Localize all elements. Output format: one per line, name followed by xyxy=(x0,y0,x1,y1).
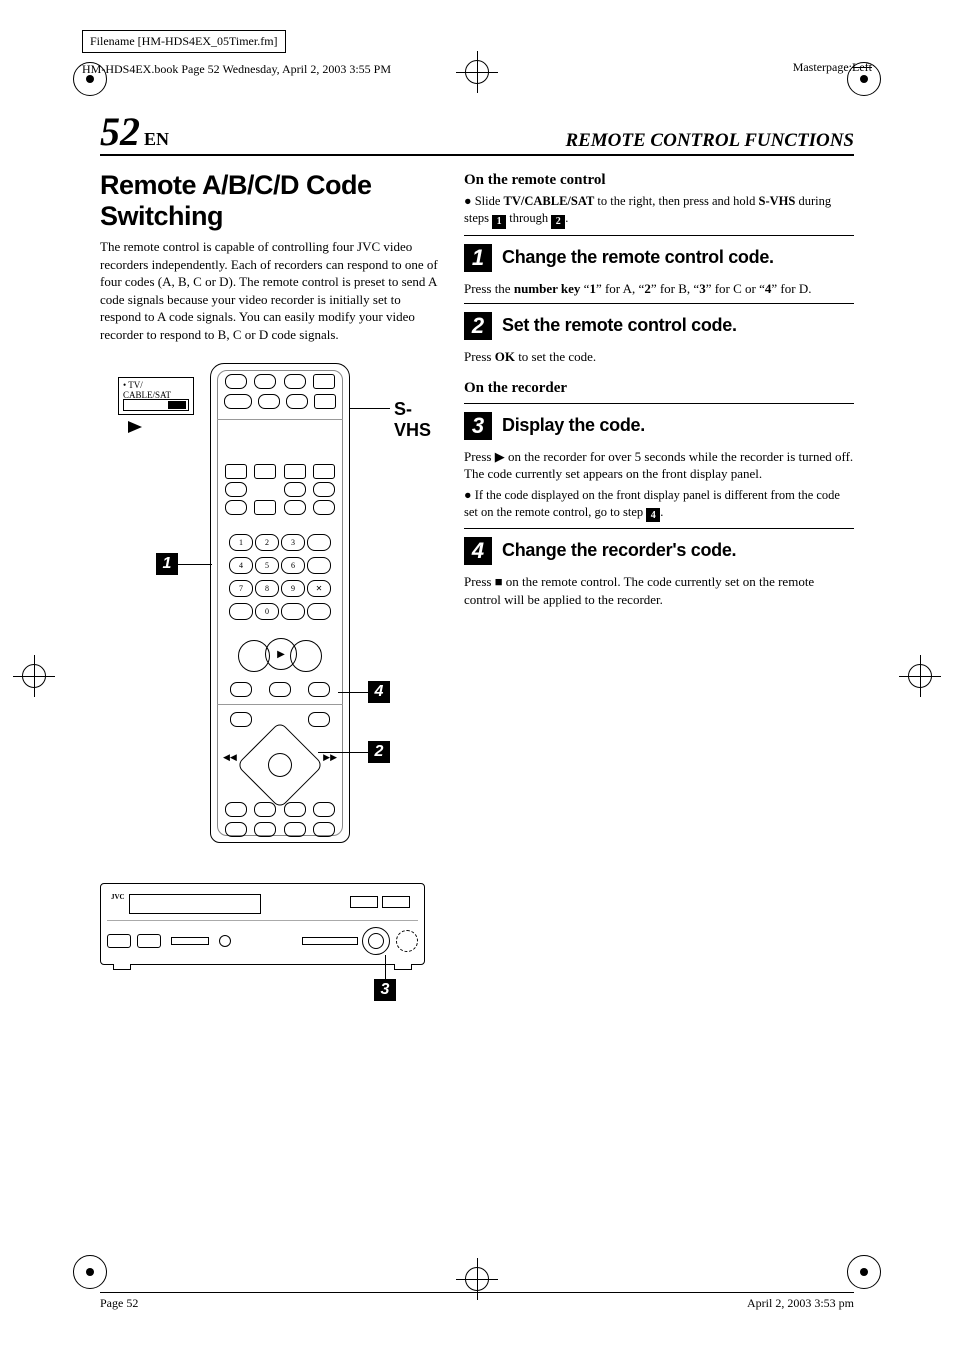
book-line: HM-HDS4EX.book Page 52 Wednesday, April … xyxy=(82,62,391,76)
switch-box: • TV/ CABLE/SAT xyxy=(118,377,194,415)
article-title: Remote A/B/C/D Code Switching xyxy=(100,170,440,232)
intro-paragraph: The remote control is capable of control… xyxy=(100,238,440,343)
step-4: 4 Change the recorder's code. Press ■ on… xyxy=(464,528,854,608)
switch-label: • TV/ CABLE/SAT xyxy=(123,381,189,401)
step-3-title: Display the code. xyxy=(502,412,645,436)
step-2-body: Press OK to set the code. xyxy=(464,348,854,366)
arrow-right-icon xyxy=(128,421,142,433)
step-1-title: Change the remote control code. xyxy=(502,244,774,268)
page-header: 52EN REMOTE CONTROL FUNCTIONS xyxy=(100,112,854,156)
subhead-recorder: On the recorder xyxy=(464,380,854,397)
page-number-block: 52EN xyxy=(100,112,169,152)
slide-instruction: Slide TV/CABLE/SAT to the right, then pr… xyxy=(464,193,854,229)
page-lang: EN xyxy=(144,129,169,149)
step-3-num: 3 xyxy=(464,412,492,440)
step-4-num: 4 xyxy=(464,537,492,565)
step-2-num: 2 xyxy=(464,312,492,340)
step-4-title: Change the recorder's code. xyxy=(502,537,736,561)
section-title: REMOTE CONTROL FUNCTIONS xyxy=(565,130,854,152)
svhs-label: S-VHS xyxy=(394,399,440,441)
page-number: 52 xyxy=(100,109,140,154)
diagram-callout-1: 1 xyxy=(156,553,178,575)
right-column: On the remote control Slide TV/CABLE/SAT… xyxy=(464,170,854,993)
step-1-body: Press the number key “1” for A, “2” for … xyxy=(464,280,854,298)
inline-step-2: 2 xyxy=(551,215,565,229)
footer-page: Page 52 xyxy=(100,1296,138,1311)
remote-outline: 123 456 789✕ 0 ▶ xyxy=(210,363,350,843)
filename-frame: Filename [HM-HDS4EX_05Timer.fm] xyxy=(82,30,286,53)
remote-diagram: • TV/ CABLE/SAT xyxy=(100,363,440,863)
left-column: Remote A/B/C/D Code Switching The remote… xyxy=(100,170,440,993)
step-3-body: Press ▶ on the recorder for over 5 secon… xyxy=(464,448,854,483)
recorder-brand: JVC xyxy=(111,893,125,901)
inline-step-1: 1 xyxy=(492,215,506,229)
diagram-callout-4: 4 xyxy=(368,681,390,703)
step-1-num: 1 xyxy=(464,244,492,272)
subhead-remote: On the remote control xyxy=(464,172,854,189)
cross-target-right xyxy=(903,659,937,693)
header-line: HM-HDS4EX.book Page 52 Wednesday, April … xyxy=(82,60,872,72)
inline-step-4: 4 xyxy=(646,508,660,522)
masterpage: Masterpage:Left xyxy=(793,60,872,75)
number-keypad: 123 456 789✕ 0 xyxy=(229,534,331,626)
cross-target-left xyxy=(17,659,51,693)
diagram-callout-3: 3 xyxy=(374,979,396,1001)
footer-rule xyxy=(100,1292,854,1293)
footer-date: April 2, 2003 3:53 pm xyxy=(747,1296,854,1311)
recorder-diagram: JVC xyxy=(100,883,440,993)
page-body: 52EN REMOTE CONTROL FUNCTIONS Remote A/B… xyxy=(100,112,854,1281)
step-1: 1 Change the remote control code. Press … xyxy=(464,235,854,298)
step-2: 2 Set the remote control code. Press OK … xyxy=(464,303,854,366)
step-4-body: Press ■ on the remote control. The code … xyxy=(464,573,854,608)
step-3: 3 Display the code. Press ▶ on the recor… xyxy=(464,403,854,523)
step-2-title: Set the remote control code. xyxy=(502,312,737,336)
step-3-bullet: If the code displayed on the front displ… xyxy=(464,487,854,523)
diagram-callout-2: 2 xyxy=(368,741,390,763)
